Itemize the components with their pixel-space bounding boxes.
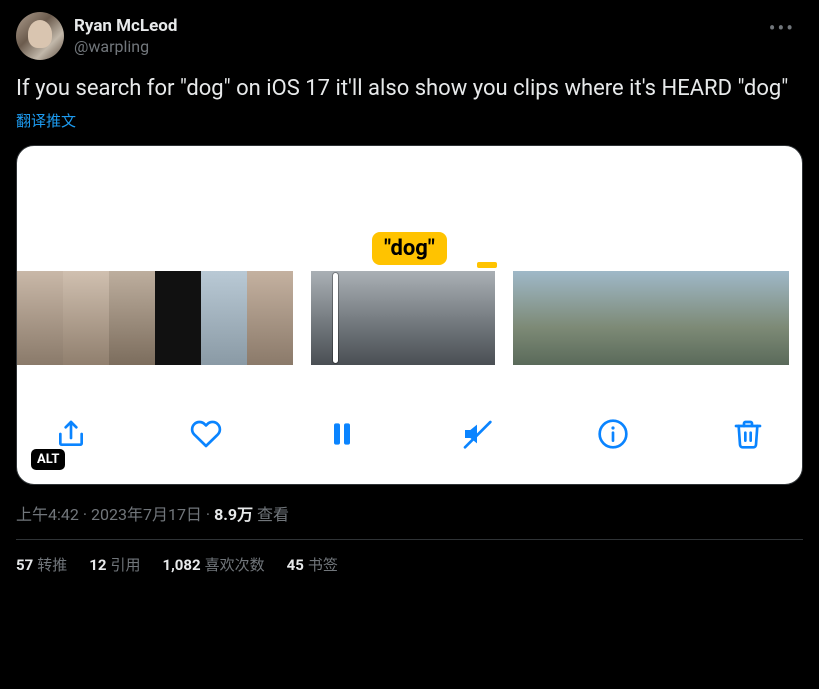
clip-frame[interactable] — [403, 271, 449, 365]
trash-icon[interactable] — [732, 418, 764, 450]
playhead[interactable] — [333, 273, 338, 363]
share-icon[interactable] — [55, 418, 87, 450]
stat-bookmarks[interactable]: 45书签 — [287, 554, 338, 575]
stat-likes[interactable]: 1,082 喜欢次数 — [162, 554, 264, 575]
heart-icon[interactable] — [190, 418, 222, 450]
views-number[interactable]: 8.9万 — [214, 505, 253, 524]
clip-timeline[interactable] — [17, 271, 802, 365]
clip-frame[interactable] — [559, 271, 605, 365]
meta-sep: · — [206, 505, 214, 524]
more-icon[interactable]: ••• — [761, 12, 803, 44]
clip-frame[interactable] — [605, 271, 651, 365]
alt-badge[interactable]: ALT — [31, 449, 65, 470]
stat-retweets[interactable]: 57转推 — [16, 554, 67, 575]
author-handle[interactable]: @warpling — [74, 37, 177, 56]
clip-frame[interactable] — [743, 271, 789, 365]
avatar[interactable] — [16, 12, 64, 60]
clip-frame[interactable] — [651, 271, 697, 365]
stat-label: 书签 — [308, 556, 338, 574]
clip-frame[interactable] — [513, 271, 559, 365]
media-top-spacer — [17, 146, 802, 232]
tweet-stats: 57转推 12引用 1,082 喜欢次数 45书签 — [16, 554, 803, 575]
stat-quotes[interactable]: 12引用 — [89, 554, 140, 575]
clip-frame[interactable] — [155, 271, 201, 365]
mute-icon[interactable] — [461, 418, 493, 450]
author-block[interactable]: Ryan McLeod @warpling — [16, 12, 177, 60]
clip-frame[interactable] — [449, 271, 495, 365]
meta-date[interactable]: 2023年7月17日 — [91, 505, 202, 524]
info-icon[interactable] — [597, 418, 629, 450]
pause-icon[interactable] — [326, 418, 358, 450]
clip-frame[interactable] — [109, 271, 155, 365]
stat-label: 喜欢次数 — [205, 556, 265, 574]
clip-group[interactable] — [311, 271, 495, 365]
clip-frame[interactable] — [247, 271, 293, 365]
clip-frame[interactable] — [697, 271, 743, 365]
translate-link[interactable]: 翻译推文 — [16, 110, 803, 131]
divider — [16, 539, 803, 540]
tweet-container: Ryan McLeod @warpling ••• If you search … — [0, 0, 819, 587]
clip-group[interactable] — [513, 271, 789, 365]
stat-label: 转推 — [37, 556, 67, 574]
meta-time[interactable]: 上午4:42 — [16, 505, 79, 524]
stat-num: 1,082 — [162, 556, 200, 574]
tweet-text: If you search for "dog" on iOS 17 it'll … — [16, 74, 803, 104]
author-names: Ryan McLeod @warpling — [74, 16, 177, 56]
clip-group[interactable] — [17, 271, 293, 365]
media-toolbar — [17, 365, 802, 484]
clip-frame[interactable] — [201, 271, 247, 365]
meta-sep: · — [83, 505, 91, 524]
search-token-label: "dog" — [372, 232, 447, 265]
clip-frame[interactable] — [17, 271, 63, 365]
clip-frame[interactable] — [63, 271, 109, 365]
clip-frame[interactable] — [357, 271, 403, 365]
search-token-wrap: "dog" — [17, 232, 802, 265]
views-label-text: 查看 — [257, 505, 289, 524]
display-name[interactable]: Ryan McLeod — [74, 16, 177, 36]
stat-label: 引用 — [110, 556, 140, 574]
timeline-marker — [477, 262, 497, 268]
stat-num: 45 — [287, 556, 304, 574]
stat-num: 12 — [89, 556, 106, 574]
tweet-header: Ryan McLeod @warpling ••• — [16, 12, 803, 60]
stat-num: 57 — [16, 556, 33, 574]
media-card[interactable]: "dog" — [16, 145, 803, 485]
tweet-meta: 上午4:42 · 2023年7月17日 · 8.9万 查看 — [16, 501, 803, 525]
